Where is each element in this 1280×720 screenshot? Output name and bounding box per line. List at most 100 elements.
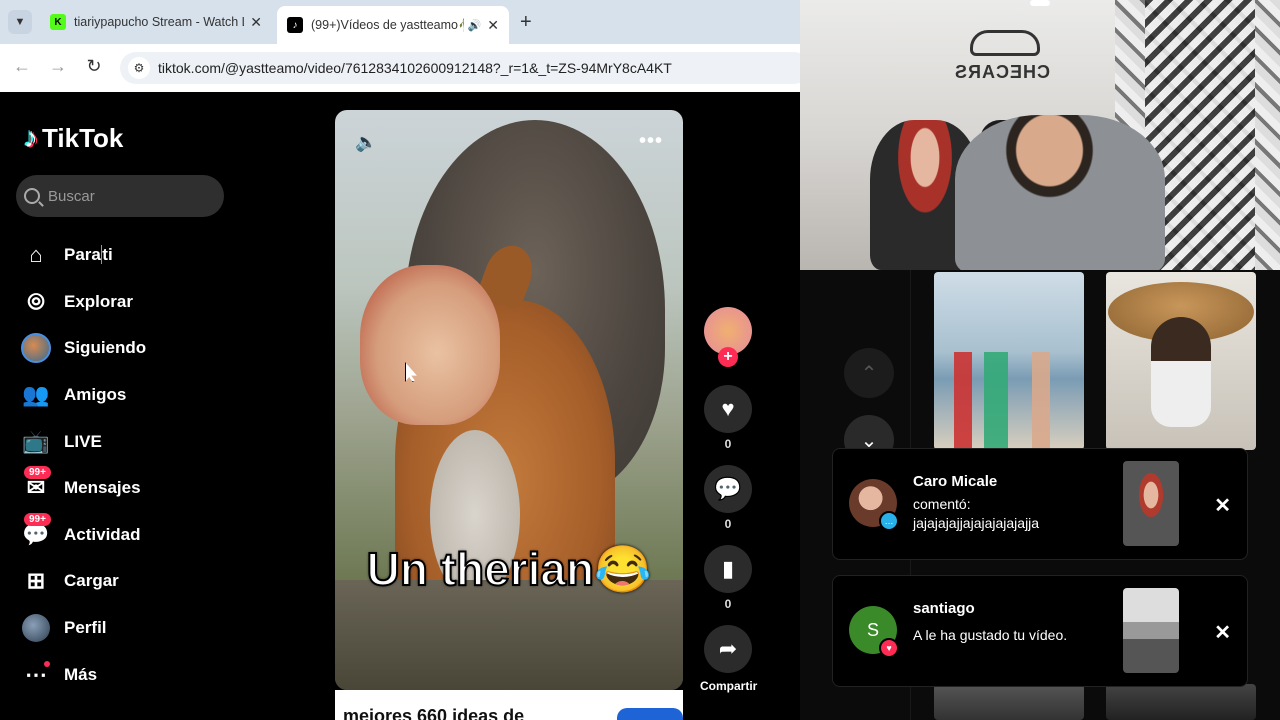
avatar[interactable]: … [849,479,899,531]
nav-label: LIVE [64,431,102,451]
notification-badge: 99+ [24,512,51,526]
video-caption: Un therian😂 [366,542,652,596]
follow-plus-icon[interactable]: + [718,347,738,367]
like-count: 0 [724,437,732,451]
address-bar[interactable]: ⚙ tiktok.com/@yastteamo/video/7612834102… [120,52,810,84]
save-button[interactable]: ▮ [704,545,752,593]
heart-icon: ♥ [721,396,735,421]
url-text[interactable]: tiktok.com/@yastteamo/video/761283410260… [158,60,672,76]
car-logo-icon [970,30,1040,56]
wall-sign: CHECARS [953,30,1050,100]
heart-icon: ♥ [879,638,899,658]
webcam-feed: CHECARS [800,0,1280,270]
nav-label: Para ti [64,245,113,265]
notification-card[interactable]: … Caro Micale comentó: jajajajajjajajaja… [832,448,1248,560]
kick-icon: K [50,14,66,30]
back-icon[interactable]: ← [10,56,34,77]
tiktok-feed-panel: ⌃ ⌄ … Caro Micale comentó: jajajajajjaja… [800,270,1280,720]
avatar[interactable]: S ♥ [849,606,899,658]
comment-count: 0 [724,517,732,531]
nav-item-para-ti[interactable]: ⌂ Para ti [20,232,240,279]
nav-item-amigos[interactable]: 👥 Amigos [20,372,240,419]
nav-label: Perfil [64,618,107,638]
more-options-icon[interactable]: ••• [639,130,663,153]
nav-label: Más [64,664,98,684]
tab-strip: ▼ K tiariypapucho Stream - Watch L ✕ ♪ (… [0,0,800,44]
notification-text: comentó: jajajajajjajajajajajajja [913,496,1040,531]
sidebar-nav: ⌂ Para ti ⦾ Explorar Siguiendo 👥 Amigos … [20,232,240,698]
nav-item-perfil[interactable]: Perfil [20,605,240,652]
tab-title: tiariypapucho Stream - Watch L [74,15,245,29]
share-label: Compartir [700,679,758,693]
video-thumbnail[interactable] [934,684,1084,720]
nav-label: Actividad [64,524,141,544]
scroll-up-button[interactable]: ⌃ [844,348,894,398]
sign-text: CHECARS [953,62,1050,82]
streamer-man [955,115,1165,270]
site-info-icon[interactable]: ⚙ [128,57,150,79]
video-thumbnail[interactable] [1106,272,1256,450]
close-icon[interactable]: ✕ [1214,493,1231,518]
profile-avatar [20,612,52,644]
nav-item-cargar[interactable]: ⊞ Cargar [20,558,240,605]
tab-kick[interactable]: K tiariypapucho Stream - Watch L ✕ [40,6,272,38]
nav-item-explorar[interactable]: ⦾ Explorar [20,279,240,326]
video-frame-face [360,265,500,425]
video-player[interactable]: 🔈 ••• Un therian😂 [335,110,683,690]
notification-badge: 99+ [24,466,51,480]
nav-item-mas[interactable]: ⋯ Más [20,651,240,698]
volume-icon[interactable]: 🔈 [355,132,377,153]
browser-window: ▼ K tiariypapucho Stream - Watch L ✕ ♪ (… [0,0,810,92]
like-button[interactable]: ♥ [704,385,752,433]
reload-icon[interactable]: ↻ [82,56,106,77]
action-bar: + ♥ 0 💬 0 ▮ 0 ➦ Compartir [700,307,758,693]
tiktok-logo[interactable]: ♪ TikTok [24,122,123,154]
tab-title: (99+)Vídeos de yastteamo🥀 [311,17,464,32]
nav-label: Mensajes [64,478,141,498]
live-tv-icon: 📺 [22,428,50,454]
comment-icon: 💬 [714,476,742,501]
tab-search-icon[interactable]: ▼ [8,10,32,34]
search-bar[interactable] [16,175,224,217]
unread-dot [44,660,50,667]
nav-item-mensajes[interactable]: ✉ 99+ Mensajes [20,465,240,512]
close-icon[interactable]: ✕ [487,17,499,34]
home-icon: ⌂ [29,242,43,268]
speaker-icon[interactable]: 🔊 [468,19,482,32]
notification-card[interactable]: S ♥ santiago A le ha gustado tu vídeo. ✕ [832,575,1248,687]
thumbnail-people [954,352,1074,450]
tiktok-icon: ♪ [287,17,303,33]
share-button[interactable]: ➦ [704,625,752,673]
more-icon: ⋯ [20,659,52,691]
below-video-button[interactable] [617,708,683,720]
save-count: 0 [724,597,732,611]
upload-icon: ⊞ [26,568,46,594]
close-icon[interactable]: ✕ [250,14,262,31]
following-avatar [20,332,52,364]
nav-item-live[interactable]: 📺 LIVE [20,418,240,465]
close-icon[interactable]: ✕ [1214,620,1231,645]
comment-button[interactable]: 💬 [704,465,752,513]
nav-label: Cargar [64,571,119,591]
new-tab-button[interactable]: + [520,11,532,34]
video-thumbnail[interactable] [1106,684,1256,720]
notification-name: santiago [913,600,975,617]
tiktok-note-icon: ♪ [24,122,38,153]
friends-icon: 👥 [22,382,50,408]
notification-name: Caro Micale [913,473,998,490]
notification-thumbnail[interactable] [1123,461,1179,546]
notification-thumbnail[interactable] [1123,588,1179,673]
video-thumbnail[interactable] [934,272,1084,450]
compass-icon: ⦾ [27,288,45,314]
message-icon: ✉ 99+ [20,466,52,504]
search-input[interactable] [48,187,208,205]
comment-icon: … [879,511,899,531]
notification-text: A le ha gustado tu vídeo. [913,627,1068,643]
tab-tiktok[interactable]: ♪ (99+)Vídeos de yastteamo🥀 🔊 ✕ [277,6,509,44]
nav-label: Siguiendo [64,338,147,358]
forward-icon[interactable]: → [46,56,70,77]
logo-text: TikTok [42,122,124,153]
nav-item-siguiendo[interactable]: Siguiendo [20,325,240,372]
creator-avatar[interactable]: + [704,307,752,367]
nav-item-actividad[interactable]: 💬 99+ Actividad [20,512,240,559]
